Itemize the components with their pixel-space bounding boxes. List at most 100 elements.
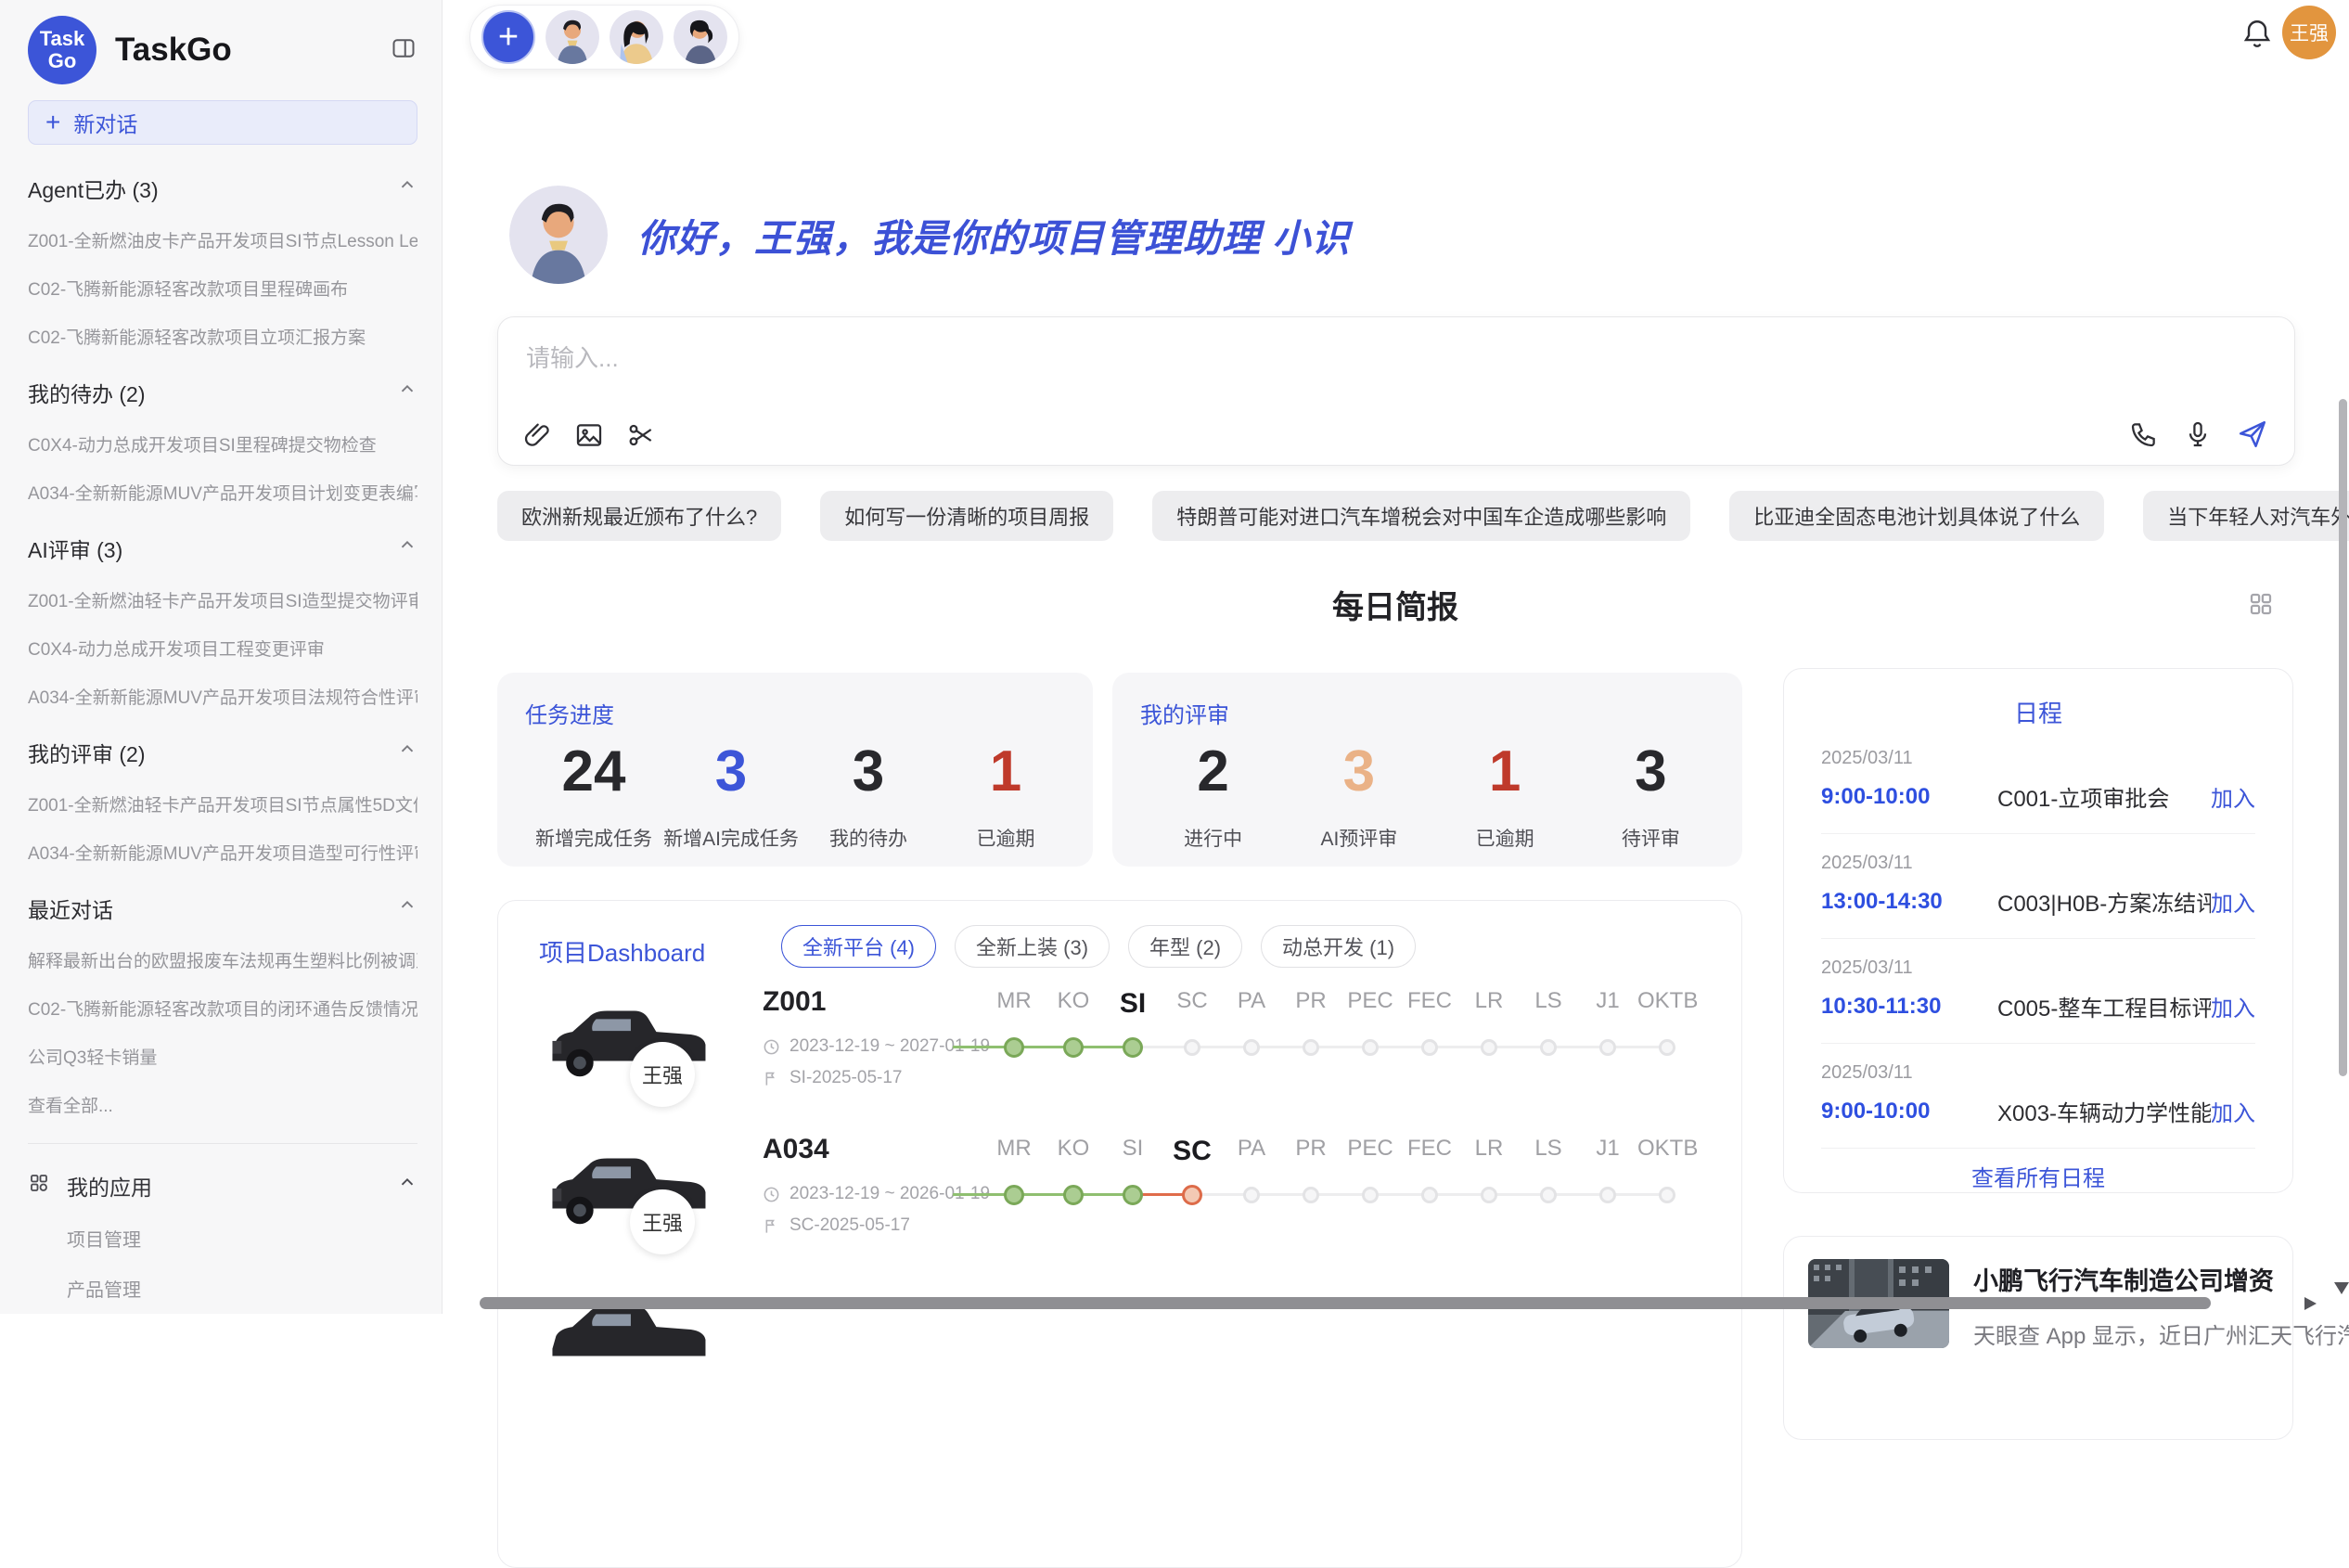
apps-grid-icon (28, 1172, 50, 1200)
list-item[interactable]: Z001-全新燃油皮卡产品开发项目SI节点Lesson Learn报告 (28, 227, 417, 252)
section-ai-review[interactable]: AI评审 (3) (28, 533, 417, 564)
join-button[interactable]: 加入 (2211, 990, 2255, 1022)
event-date: 2025/03/11 (1821, 1062, 2255, 1084)
list-item[interactable]: A034-全新新能源MUV产品开发项目计划变更表编写 (28, 480, 417, 505)
app-title: TaskGo (115, 32, 390, 69)
new-chat-button[interactable]: + 新对话 (28, 100, 417, 145)
milestone-timeline: MRKOSISCPAPRPECFECLRLSJ1OKTB (984, 1136, 1717, 1210)
chevron-up-icon[interactable] (397, 175, 417, 201)
event-time: 9:00-10:00 (1821, 1099, 1997, 1125)
assistant-avatar-1[interactable] (546, 10, 599, 64)
suggestion-chip[interactable]: 当下年轻人对汽车外观有怎样的喜好趋势 (2143, 491, 2349, 541)
project-flag: SI-2025-05-17 (763, 1068, 902, 1088)
list-item[interactable]: C0X4-动力总成开发项目工程变更评审 (28, 636, 417, 661)
image-icon[interactable] (574, 420, 604, 450)
join-button[interactable]: 加入 (2211, 780, 2255, 813)
panel-toggle-icon[interactable] (390, 35, 417, 66)
logo-line1: Task (40, 28, 85, 50)
stat-new-done: 24新增完成任务 (525, 742, 662, 852)
horizontal-scrollbar[interactable] (480, 1297, 2211, 1309)
logo-line2: Go (48, 50, 77, 72)
list-item[interactable]: Z001-全新燃油轻卡产品开发项目SI节点属性5D文件评审 (28, 791, 417, 816)
project-dashboard-card: 项目Dashboard 全新平台 (4) 全新上装 (3) 年型 (2) 动总开… (497, 900, 1742, 1568)
sidebar: Task Go TaskGo + 新对话 Agent已办 (3) Z001-全新… (0, 0, 443, 1314)
greeting-block: 你好，王强，我是你的项目管理助理 小识 (509, 186, 1350, 284)
event-name: C005-整车工程目标评审 (1997, 990, 2211, 1022)
list-item[interactable]: A034-全新新能源MUV产品开发项目法规符合性评审 (28, 684, 417, 709)
list-item[interactable]: C02-飞腾新能源轻客改款项目里程碑画布 (28, 276, 417, 301)
chat-input[interactable] (526, 338, 2010, 379)
section-my-todo[interactable]: 我的待办 (2) (28, 377, 417, 408)
task-progress-card: 任务进度 24新增完成任务 3新增AI完成任务 3我的待办 1已逾期 (497, 673, 1093, 867)
tab-powertrain[interactable]: 动总开发 (1) (1261, 925, 1416, 968)
view-all-schedule-link[interactable]: 查看所有日程 (1821, 1160, 2255, 1192)
tab-new-platform[interactable]: 全新平台 (4) (781, 925, 936, 968)
assistant-avatar-large (509, 186, 608, 284)
event-date: 2025/03/11 (1821, 748, 2255, 769)
list-item[interactable]: C0X4-动力总成开发项目SI里程碑提交物检查 (28, 431, 417, 456)
chevron-up-icon[interactable] (397, 739, 417, 765)
vertical-scrollbar[interactable] (2339, 399, 2347, 1076)
plus-icon: + (45, 109, 60, 135)
project-row[interactable]: 王强 A034 2023-12-19 ~ 2026-01-19 SC-2025-… (498, 1130, 1741, 1279)
sidebar-header: Task Go TaskGo (28, 15, 417, 85)
attachment-icon[interactable] (522, 420, 552, 450)
assistant-avatar-3[interactable] (674, 10, 727, 64)
phone-icon[interactable] (2129, 419, 2159, 449)
suggestion-chip[interactable]: 如何写一份清晰的项目周报 (820, 491, 1113, 541)
list-item[interactable]: C02-飞腾新能源轻客改款项目立项汇报方案 (28, 324, 417, 349)
scroll-down-button[interactable] (2334, 1282, 2349, 1294)
tab-model-year[interactable]: 年型 (2) (1128, 925, 1242, 968)
schedule-event: 2025/03/11 13:00-14:30C003|H0B-方案冻结评审加入 (1821, 834, 2255, 939)
section-agent-done[interactable]: Agent已办 (3) (28, 173, 417, 204)
news-title: 小鹏飞行汽车制造公司增资 (1973, 1261, 2349, 1297)
project-flag: SC-2025-05-17 (763, 1215, 910, 1236)
suggestion-chip[interactable]: 特朗普可能对进口汽车增税会对中国车企造成哪些影响 (1152, 491, 1690, 541)
project-row[interactable]: 王强 Z001 2023-12-19 ~ 2027-01-19 SI-2025-… (498, 983, 1741, 1131)
assistant-avatar-2[interactable] (610, 10, 663, 64)
stat-overdue: 1已逾期 (1432, 742, 1578, 852)
taskgo-logo: Task Go (28, 16, 96, 84)
divider (28, 1143, 417, 1144)
owner-badge: 王强 (630, 1189, 695, 1254)
section-my-review[interactable]: 我的评审 (2) (28, 737, 417, 768)
my-review-card: 我的评审 2进行中 3AI预评审 1已逾期 3待评审 (1112, 673, 1742, 867)
event-time: 10:30-11:30 (1821, 994, 1997, 1020)
news-card[interactable]: 小鹏飞行汽车制造公司增资 天眼查 App 显示，近日广州汇天飞行汽... (1783, 1236, 2293, 1440)
dashboard-title: 项目Dashboard (539, 934, 705, 969)
chevron-up-icon[interactable] (397, 379, 417, 405)
stat-pending: 3待评审 (1578, 742, 1724, 852)
stat-my-todo: 3我的待办 (800, 742, 937, 852)
view-all-chats-link[interactable]: 查看全部... (28, 1092, 417, 1117)
section-recent-chats[interactable]: 最近对话 (28, 893, 417, 924)
event-date: 2025/03/11 (1821, 853, 2255, 874)
suggestion-chip[interactable]: 欧洲新规最近颁布了什么? (497, 491, 781, 541)
my-apps-item[interactable]: 我的应用 (28, 1170, 417, 1202)
event-name: C003|H0B-方案冻结评审 (1997, 885, 2211, 918)
add-assistant-button[interactable]: + (481, 10, 535, 64)
tab-new-body[interactable]: 全新上装 (3) (955, 925, 1110, 968)
list-item[interactable]: Z001-全新燃油轻卡产品开发项目SI造型提交物评审 (28, 587, 417, 612)
microphone-icon[interactable] (2183, 419, 2213, 449)
owner-badge: 王强 (630, 1042, 695, 1107)
list-item[interactable]: C02-飞腾新能源轻客改款项目的闭环通告反馈情况 (28, 996, 417, 1021)
scissors-icon[interactable] (626, 420, 656, 450)
join-button[interactable]: 加入 (2211, 1095, 2255, 1127)
list-item[interactable]: 公司Q3轻卡销量 (28, 1044, 417, 1069)
section-title: 我的待办 (2) (28, 377, 146, 408)
list-item[interactable]: A034-全新新能源MUV产品开发项目造型可行性评审 (28, 840, 417, 865)
bell-icon[interactable] (2240, 17, 2274, 55)
chevron-up-icon[interactable] (397, 535, 417, 561)
app-item-product[interactable]: 产品管理 (67, 1275, 417, 1302)
send-icon[interactable] (2237, 418, 2268, 450)
chevron-up-icon[interactable] (397, 895, 417, 921)
chevron-up-icon[interactable] (397, 1173, 417, 1199)
scroll-right-button[interactable] (2304, 1297, 2317, 1310)
list-item[interactable]: 解释最新出台的欧盟报废车法规再生塑料比例被调至15%... (28, 947, 417, 972)
user-avatar[interactable]: 王强 (2282, 6, 2336, 59)
join-button[interactable]: 加入 (2211, 885, 2255, 918)
schedule-event: 2025/03/11 9:00-10:00C001-立项审批会加入 (1821, 729, 2255, 834)
app-item-project[interactable]: 项目管理 (67, 1225, 417, 1252)
suggestion-chip[interactable]: 比亚迪全固态电池计划具体说了什么 (1729, 491, 2104, 541)
layout-grid-icon[interactable] (2247, 590, 2275, 623)
